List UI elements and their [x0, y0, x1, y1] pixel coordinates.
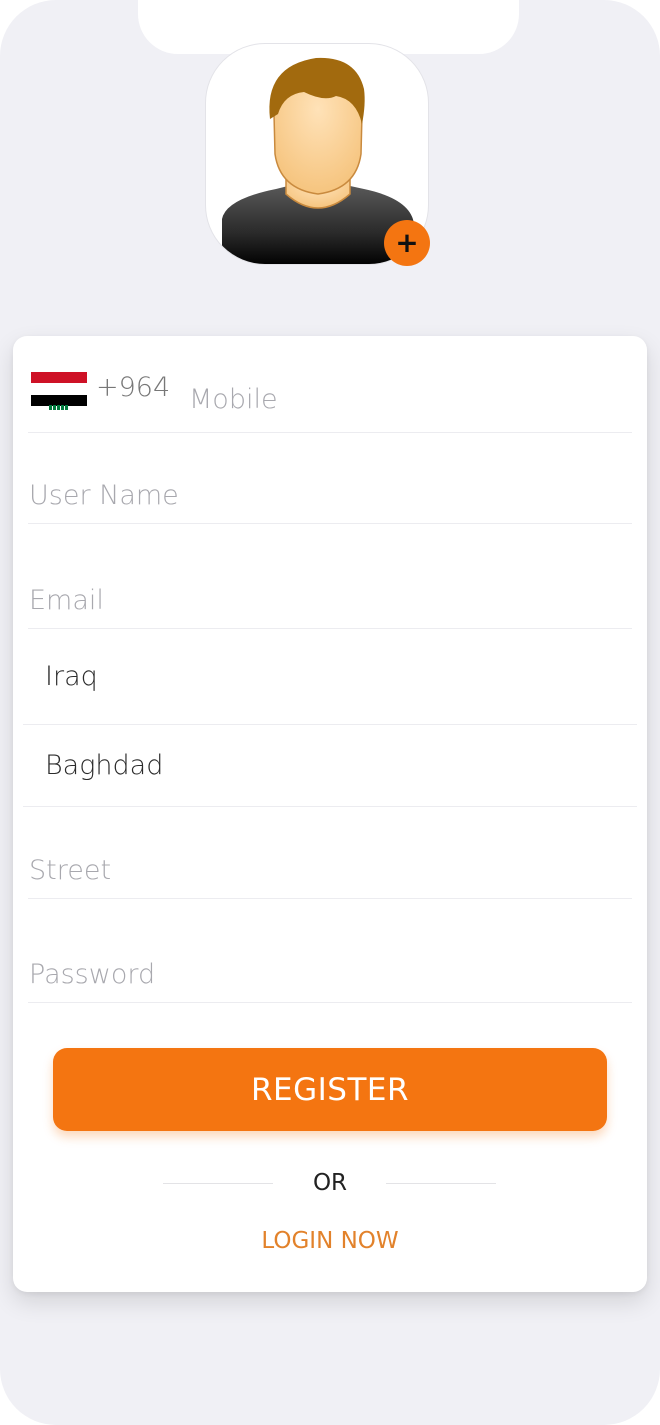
or-separator: OR [312, 1170, 348, 1196]
register-form-card: +964 Mobile User Name Email Iraq Baghdad… [13, 336, 647, 1292]
add-photo-button[interactable]: + [384, 220, 430, 266]
username-field[interactable]: User Name [28, 433, 632, 524]
username-input[interactable]: User Name [29, 480, 179, 511]
iraq-flag-icon[interactable] [31, 372, 87, 411]
email-input[interactable]: Email [29, 585, 104, 616]
mobile-field[interactable]: +964 Mobile [28, 336, 632, 433]
street-input[interactable]: Street [29, 855, 111, 886]
register-button[interactable]: REGISTER [53, 1048, 607, 1131]
register-screen: + +964 Mobile User Name Email Iraq Baghd… [0, 0, 660, 1425]
login-now-link[interactable]: LOGIN NOW [213, 1228, 447, 1254]
country-code[interactable]: +964 [96, 372, 170, 403]
country-select[interactable]: Iraq [23, 629, 637, 725]
password-input[interactable]: Password [29, 959, 155, 990]
divider-right [386, 1183, 496, 1184]
city-select[interactable]: Baghdad [23, 725, 637, 807]
email-field[interactable]: Email [28, 524, 632, 629]
profile-photo-picker[interactable]: + [205, 43, 430, 266]
password-field[interactable]: Password [28, 899, 632, 1003]
mobile-input[interactable]: Mobile [189, 384, 278, 415]
city-value[interactable]: Baghdad [45, 750, 163, 781]
divider-left [163, 1183, 273, 1184]
street-field[interactable]: Street [28, 807, 632, 899]
plus-icon: + [395, 226, 419, 259]
country-value[interactable]: Iraq [45, 661, 98, 692]
